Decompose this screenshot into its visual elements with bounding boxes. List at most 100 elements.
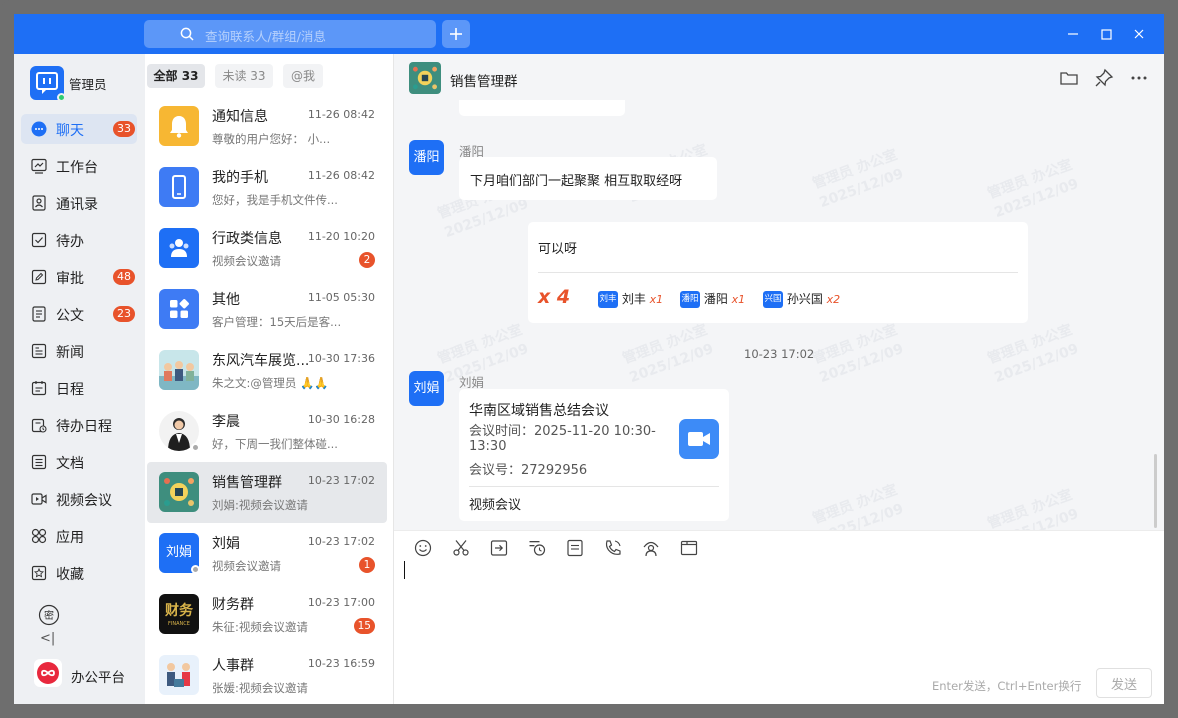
tab-unread[interactable]: 未读 33 — [215, 64, 273, 88]
more-icon[interactable] — [1129, 68, 1149, 88]
nav-item-files[interactable]: 文档 — [21, 447, 137, 477]
workbench-icon — [31, 158, 47, 174]
video-call-icon[interactable] — [642, 539, 660, 557]
unread-badge: 2 — [359, 252, 375, 268]
group-avatar[interactable] — [409, 62, 441, 94]
nav-label: 通讯录 — [56, 197, 98, 213]
search-input[interactable]: 查询联系人/群组/消息 — [144, 20, 436, 48]
conversation-time: 10-23 17:02 — [307, 474, 375, 487]
conversation-item[interactable]: 其他 11-05 05:30 客户管理：15天后是客... — [147, 279, 387, 340]
nav-item-contacts[interactable]: 通讯录 — [21, 188, 137, 218]
watermark-line: 2025/12/09 — [992, 340, 1081, 387]
conversation-item[interactable]: 东风汽车展览... 10-30 17:36 朱之文:@管理员 🙏🙏 — [147, 340, 387, 401]
chat-icon — [31, 121, 47, 137]
tab-all[interactable]: 全部 33 — [147, 64, 205, 88]
grid-apps-icon — [159, 289, 199, 329]
reaction-avatar: 刘丰 — [598, 291, 618, 308]
send-file-icon[interactable] — [490, 539, 508, 557]
reaction-name: 刘丰 — [621, 292, 646, 306]
nav-item-apps[interactable]: 应用 — [21, 521, 137, 551]
minimize-button[interactable] — [1063, 24, 1083, 44]
conversation-time: 10-23 17:00 — [307, 596, 375, 609]
conversation-item-active[interactable]: 销售管理群 10-23 17:02 刘娟:视频会议邀请 — [147, 462, 387, 523]
close-button[interactable] — [1129, 24, 1149, 44]
watermark-line: 管理员 办公室 — [985, 486, 1075, 533]
platform-logo[interactable] — [34, 659, 62, 687]
news-icon — [31, 343, 47, 359]
time-divider: 10-23 17:02 — [744, 347, 815, 361]
conversation-item[interactable]: 李晨 10-30 16:28 好，下周一我们整体碰... — [147, 401, 387, 462]
watermark-line: 管理员 办公室 — [810, 146, 900, 193]
reaction-item[interactable]: 潘阳 潘阳 x1 — [680, 290, 745, 308]
conversation-item[interactable]: 人事群 10-23 16:59 张媛:视频会议邀请 — [147, 645, 387, 704]
maximize-button[interactable] — [1096, 24, 1116, 44]
voice-call-icon[interactable] — [604, 539, 622, 557]
history-icon[interactable] — [528, 539, 546, 557]
conversation-preview: 朱征:视频会议邀请 — [212, 620, 308, 634]
send-button[interactable]: 发送 — [1096, 668, 1152, 698]
tab-mentions[interactable]: @我 — [283, 64, 323, 88]
reaction-item[interactable]: 兴国 孙兴国 x2 — [763, 290, 840, 308]
watermark-line: 2025/12/09 — [992, 175, 1081, 222]
watermark: 管理员 办公室2025/12/09 — [620, 320, 717, 388]
message-bubble-with-reactions[interactable]: 可以呀 x 4 刘丰 刘丰 x1 潘阳 潘阳 x1 兴国 孙兴国 x2 — [528, 222, 1028, 323]
watermark-line: 管理员 办公室 — [435, 321, 525, 368]
conversation-item[interactable]: 通知信息 11-26 08:42 尊敬的用户您好： 小... — [147, 96, 387, 157]
previous-message-bubble[interactable] — [459, 100, 625, 116]
platform-label[interactable]: 办公平台 — [71, 666, 125, 686]
nav-item-todo[interactable]: 待办 — [21, 225, 137, 255]
bell-icon — [159, 106, 199, 146]
add-button[interactable] — [442, 20, 470, 48]
window-icon[interactable] — [680, 539, 698, 557]
nav-item-calendar[interactable]: 日程 — [21, 373, 137, 403]
watermark-line: 2025/12/09 — [442, 340, 531, 387]
chat-scrollbar[interactable] — [1154, 454, 1157, 528]
conversation-item[interactable]: 刘娟 刘娟 10-23 17:02 视频会议邀请 1 — [147, 523, 387, 584]
meeting-time: 会议时间：2025-11-20 10:30- — [469, 424, 656, 439]
conversation-item[interactable]: 行政类信息 11-20 10:20 视频会议邀请 2 — [147, 218, 387, 279]
emoji-icon[interactable] — [414, 539, 432, 557]
conversation-item[interactable]: 我的手机 11-26 08:42 您好，我是手机文件传... — [147, 157, 387, 218]
message-input[interactable] — [402, 559, 1154, 659]
reaction-avatar: 兴国 — [763, 291, 783, 308]
collapse-sidebar-button[interactable]: <| — [40, 631, 55, 646]
screenshot-icon[interactable] — [452, 539, 470, 557]
nav-label: 视频会议 — [56, 493, 112, 509]
composer: Enter发送，Ctrl+Enter换行 发送 — [394, 530, 1164, 704]
conversation-preview: 视频会议邀请 — [212, 254, 281, 268]
nav-item-video-meeting[interactable]: 视频会议 — [21, 484, 137, 514]
reaction-count: x2 — [826, 293, 841, 306]
conversation-list: 全部 33 未读 33 @我 通知信息 11-26 08:42 尊敬的用户您好：… — [145, 54, 522, 704]
sender-avatar[interactable]: 潘阳 — [409, 140, 444, 175]
nav-label: 公文 — [56, 308, 84, 324]
nav-item-approval[interactable]: 审批 48 — [21, 262, 137, 292]
nav-item-official-doc[interactable]: 公文 23 — [21, 299, 137, 329]
pin-icon[interactable] — [1094, 68, 1114, 88]
plus-icon — [450, 28, 462, 40]
user-avatar[interactable] — [30, 66, 66, 102]
reaction-item[interactable]: 刘丰 刘丰 x1 — [598, 290, 663, 308]
meeting-type: 视频会议 — [469, 498, 522, 513]
nav-item-chat[interactable]: 聊天 33 — [21, 114, 137, 144]
nav-item-todo-calendar[interactable]: 待办日程 — [21, 410, 137, 440]
conversation-time: 10-30 16:28 — [307, 413, 375, 426]
folder-icon[interactable] — [1059, 68, 1079, 88]
conversation-preview: 好，下周一我们整体碰... — [212, 437, 338, 451]
nav-label: 工作台 — [56, 160, 98, 176]
nav-item-favorites[interactable]: 收藏 — [21, 558, 137, 588]
sender-avatar[interactable]: 刘娟 — [409, 371, 444, 406]
watermark-line: 2025/12/09 — [627, 340, 716, 387]
message-bubble[interactable]: 下月咱们部门一起聚聚 相互取取经呀 — [459, 157, 717, 200]
nav-item-news[interactable]: 新闻 — [21, 336, 137, 366]
meeting-card[interactable]: 华南区域销售总结会议 会议时间：2025-11-20 10:30- 13:30 … — [459, 389, 729, 521]
nav-badge: 33 — [113, 121, 135, 137]
secret-chat-icon[interactable]: 密 — [38, 604, 60, 626]
conversation-item[interactable]: 财务 FINANCE 财务群 10-23 17:00 朱征:视频会议邀请 15 — [147, 584, 387, 645]
nav-item-workbench[interactable]: 工作台 — [21, 151, 137, 181]
finance-logo-avatar: 财务 FINANCE — [159, 594, 199, 634]
watermark-line: 管理员 办公室 — [985, 156, 1075, 203]
unread-badge: 15 — [353, 618, 375, 634]
reaction-total: x 4 — [538, 286, 571, 308]
user-name: 管理员 — [69, 77, 107, 92]
note-icon[interactable] — [566, 539, 584, 557]
